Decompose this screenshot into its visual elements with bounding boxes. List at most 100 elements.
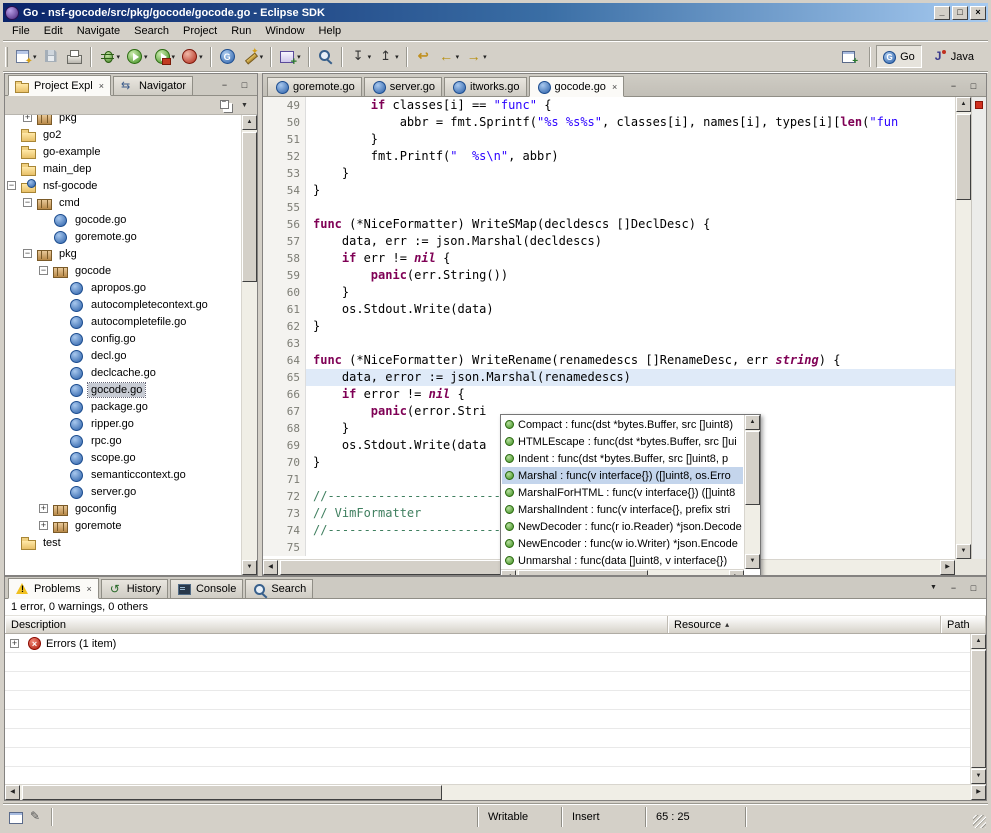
tree-item-server-go[interactable]: server.go	[5, 483, 241, 500]
code-line-49[interactable]: 49 if classes[i] == "func" {	[263, 97, 955, 114]
tree-item-gocode-go[interactable]: gocode.go	[5, 381, 241, 398]
scroll-up-icon[interactable]: ▲	[242, 115, 257, 130]
overview-ruler[interactable]	[971, 97, 986, 559]
code-text-line[interactable]: func (*NiceFormatter) WriteRename(rename…	[306, 352, 955, 369]
line-number[interactable]: 63	[276, 335, 306, 352]
scroll-left-icon[interactable]: ◀	[501, 570, 516, 575]
tree-item-cmd[interactable]: −cmd	[5, 194, 241, 211]
line-number[interactable]: 51	[276, 131, 306, 148]
code-line-53[interactable]: 53 }	[263, 165, 955, 182]
tree-item-goremote-go[interactable]: goremote.go	[5, 228, 241, 245]
menu-window[interactable]: Window	[258, 23, 311, 39]
view-tab-history[interactable]: History	[101, 579, 168, 598]
maximize-view-button[interactable]: □	[236, 78, 253, 93]
expand-icon[interactable]: +	[39, 504, 48, 513]
code-line-54[interactable]: 54}	[263, 182, 955, 199]
resize-grip[interactable]	[973, 815, 986, 828]
code-line-60[interactable]: 60 }	[263, 284, 955, 301]
code-text-line[interactable]	[306, 199, 955, 216]
view-menu-button[interactable]: ▼	[925, 581, 942, 596]
tree-item-gocode[interactable]: −gocode	[5, 262, 241, 279]
code-text-line[interactable]: os.Stdout.Write(data)	[306, 301, 955, 318]
editor-tab-server-go[interactable]: server.go	[364, 77, 442, 96]
tree-item-config-go[interactable]: config.go	[5, 330, 241, 347]
expand-icon[interactable]: +	[23, 115, 32, 122]
code-editor[interactable]: 49 if classes[i] == "func" {50 abbr = fm…	[263, 97, 986, 575]
save-button[interactable]	[41, 45, 62, 69]
expand-icon[interactable]: +	[10, 639, 19, 648]
line-number[interactable]: 71	[276, 471, 306, 488]
line-number[interactable]: 67	[276, 403, 306, 420]
maximize-button[interactable]: □	[952, 6, 968, 20]
column-header-path[interactable]: Path	[941, 616, 986, 633]
line-number[interactable]: 60	[276, 284, 306, 301]
line-number[interactable]: 69	[276, 437, 306, 454]
completion-marshal[interactable]: Marshal : func(v interface{}) ([]uint8, …	[502, 467, 743, 484]
scroll-down-icon[interactable]: ▼	[242, 560, 257, 575]
column-header-resource[interactable]: Resource▴	[668, 616, 941, 633]
line-number[interactable]: 64	[276, 352, 306, 369]
code-line-61[interactable]: 61 os.Stdout.Write(data)	[263, 301, 955, 318]
column-header-description[interactable]: Description	[5, 616, 668, 633]
view-tab-navigator[interactable]: Navigator	[113, 76, 193, 95]
run-button[interactable]: ▾	[124, 45, 150, 69]
code-text-line[interactable]	[306, 335, 955, 352]
completion-unmarshal[interactable]: Unmarshal : func(data []uint8, v interfa…	[502, 552, 743, 568]
collapse-icon[interactable]: −	[23, 249, 32, 258]
tree-item-package-go[interactable]: package.go	[5, 398, 241, 415]
scrollbar-thumb[interactable]	[22, 785, 442, 800]
collapse-all-button[interactable]	[216, 97, 235, 114]
scroll-left-icon[interactable]: ◀	[5, 785, 20, 800]
editor-vertical-scrollbar[interactable]: ▲ ▼	[955, 97, 971, 559]
collapse-icon[interactable]: −	[23, 198, 32, 207]
menu-search[interactable]: Search	[127, 23, 176, 39]
toolbar-grip[interactable]	[5, 47, 8, 67]
minimize-view-button[interactable]: −	[945, 581, 962, 596]
explorer-vertical-scrollbar[interactable]: ▲ ▼	[241, 115, 257, 575]
code-line-50[interactable]: 50 abbr = fmt.Sprintf("%s %s%s", classes…	[263, 114, 955, 131]
tree-item-autocompletefile-go[interactable]: autocompletefile.go	[5, 313, 241, 330]
minimize-editor-button[interactable]: −	[945, 79, 962, 94]
maximize-view-button[interactable]: □	[965, 581, 982, 596]
last-edit-location-button[interactable]	[413, 45, 434, 69]
tree-item-goremote[interactable]: +goremote	[5, 517, 241, 534]
go-install-button[interactable]	[217, 45, 238, 69]
editor-tab-itworks-go[interactable]: itworks.go	[444, 77, 527, 96]
code-line-66[interactable]: 66 if error != nil {	[263, 386, 955, 403]
minimize-button[interactable]: _	[934, 6, 950, 20]
code-text-line[interactable]: if error != nil {	[306, 386, 955, 403]
code-line-55[interactable]: 55	[263, 199, 955, 216]
menu-run[interactable]: Run	[224, 23, 258, 39]
completion-marshalforhtml[interactable]: MarshalForHTML : func(v interface{}) ([]…	[502, 484, 743, 501]
view-tab-console[interactable]: Console	[170, 579, 243, 598]
line-number[interactable]: 66	[276, 386, 306, 403]
tree-item-pkg[interactable]: +pkg	[5, 115, 241, 126]
menu-help[interactable]: Help	[312, 23, 349, 39]
problems-vertical-scrollbar[interactable]: ▲ ▼	[970, 634, 986, 784]
tree-item-main-dep[interactable]: main_dep	[5, 160, 241, 177]
view-tab-problems[interactable]: Problems×	[8, 578, 99, 599]
scrollbar-thumb[interactable]	[745, 431, 760, 505]
new-wizard-button[interactable]: ▾	[13, 45, 39, 69]
line-number[interactable]: 62	[276, 318, 306, 335]
next-annotation-button[interactable]: ▾	[348, 45, 374, 69]
code-line-51[interactable]: 51 }	[263, 131, 955, 148]
maximize-editor-button[interactable]: □	[965, 79, 982, 94]
minimize-view-button[interactable]: −	[216, 78, 233, 93]
tree-item-nsf-gocode[interactable]: −nsf-gocode	[5, 177, 241, 194]
line-number[interactable]: 50	[276, 114, 306, 131]
edit-status-icon[interactable]	[27, 809, 45, 825]
open-perspective-button[interactable]	[834, 45, 864, 68]
code-text-line[interactable]: }	[306, 131, 955, 148]
code-line-59[interactable]: 59 panic(err.String())	[263, 267, 955, 284]
forward-button[interactable]: ▾	[463, 45, 489, 69]
code-text-line[interactable]: data, error := json.Marshal(renamedescs)	[306, 369, 955, 386]
previous-annotation-button[interactable]: ▾	[375, 45, 401, 69]
print-button[interactable]	[64, 45, 85, 69]
tree-item-scope-go[interactable]: scope.go	[5, 449, 241, 466]
scroll-down-icon[interactable]: ▼	[745, 554, 760, 569]
scroll-down-icon[interactable]: ▼	[956, 544, 971, 559]
perspective-java[interactable]: Java	[924, 45, 981, 68]
popup-horizontal-scrollbar[interactable]: ◀ ▶	[501, 569, 744, 575]
tree-item-rpc-go[interactable]: rpc.go	[5, 432, 241, 449]
